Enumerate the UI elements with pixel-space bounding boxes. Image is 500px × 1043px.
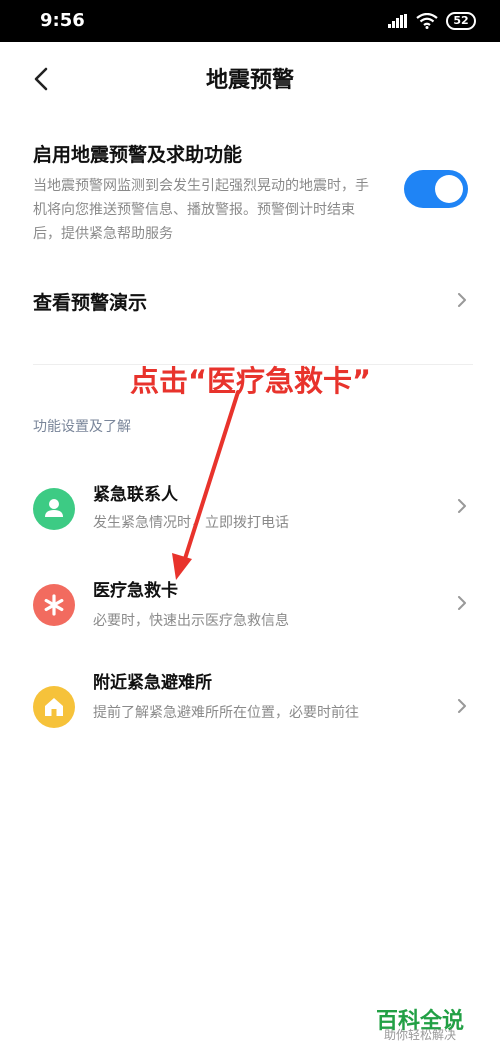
page-title: 地震预警 (205, 68, 294, 93)
feature-row-emergency-contacts[interactable]: 紧急联系人 发生紧急情况时，立即拨打电话 (0, 470, 500, 566)
enable-feature-title: 启用地震预警及求助功能 (33, 144, 243, 166)
chevron-right-icon (458, 499, 466, 513)
asterisk-icon (33, 584, 75, 626)
person-icon (33, 488, 75, 530)
feature-title: 紧急联系人 (93, 485, 178, 505)
battery-icon: 52 (446, 12, 476, 30)
watermark-subtitle: 助你轻松解决 (384, 1028, 457, 1042)
annotation-text: 点击“医疗急救卡” (130, 364, 372, 398)
status-time: 9:56 (40, 10, 85, 31)
feature-description: 发生紧急情况时，立即拨打电话 (93, 515, 289, 531)
feature-description: 必要时，快速出示医疗急救信息 (93, 613, 289, 629)
header: 地震预警 (0, 42, 500, 118)
view-demo-label: 查看预警演示 (33, 292, 148, 314)
feature-description: 提前了解紧急避难所所在位置，必要时前往 (93, 705, 359, 721)
feature-row-medical-card[interactable]: 医疗急救卡 必要时，快速出示医疗急救信息 (0, 568, 500, 664)
status-icons: 52 (388, 11, 476, 31)
wifi-icon (416, 13, 438, 29)
chevron-right-icon (458, 293, 466, 307)
toggle-knob (435, 175, 463, 203)
status-bar: 9:56 52 (0, 0, 500, 42)
signal-icon (388, 14, 407, 28)
view-demo-row[interactable]: 查看预警演示 (0, 270, 500, 334)
chevron-right-icon (458, 596, 466, 610)
shelter-icon (33, 686, 75, 728)
feature-row-nearby-shelter[interactable]: 附近紧急避难所 提前了解紧急避难所所在位置，必要时前往 (0, 664, 500, 774)
feature-title: 医疗急救卡 (93, 581, 178, 601)
enable-feature-toggle[interactable] (404, 170, 468, 208)
feature-title: 附近紧急避难所 (93, 673, 212, 693)
enable-feature-description: 当地震预警网监测到会发生引起强烈晃动的地震时，手机将向您推送预警信息、播放警报。… (33, 178, 369, 242)
section-label: 功能设置及了解 (33, 419, 131, 435)
chevron-right-icon (458, 699, 466, 713)
